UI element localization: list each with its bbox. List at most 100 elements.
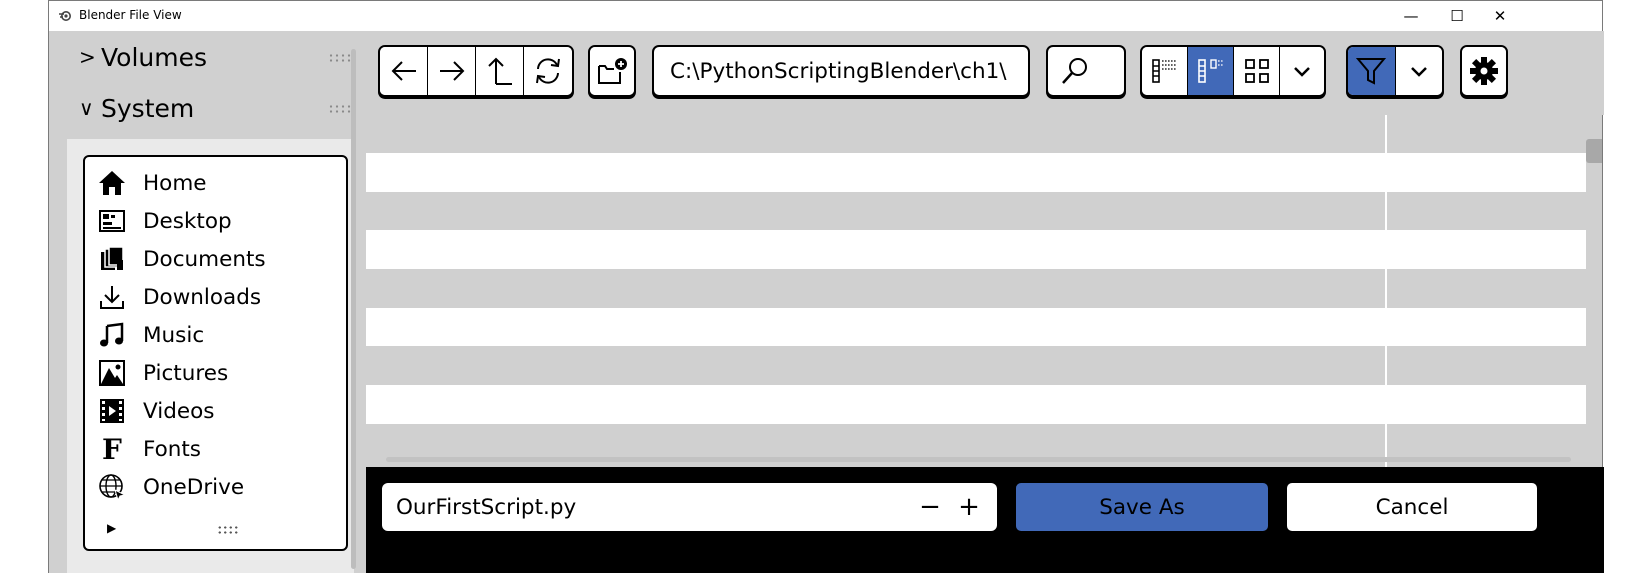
blender-logo-icon xyxy=(59,11,71,21)
cancel-button[interactable]: Cancel xyxy=(1287,483,1537,531)
downloads-icon xyxy=(97,282,127,312)
search-field[interactable] xyxy=(1046,45,1126,97)
list-row[interactable] xyxy=(366,115,1586,155)
display-settings-dropdown[interactable] xyxy=(1280,47,1324,95)
list-row[interactable] xyxy=(366,192,1586,232)
client-area: > Volumes ∨ System Home Desktop Document… xyxy=(49,31,1604,573)
parent-dir-icon xyxy=(487,57,512,85)
execute-bar: OurFirstScript.py − + Save As Cancel xyxy=(366,467,1604,573)
maximize-button[interactable]: ☐ xyxy=(1434,1,1480,31)
display-thumbnails-button[interactable] xyxy=(1234,47,1280,95)
display-vertical-list-button[interactable] xyxy=(1142,47,1188,95)
bookmark-label: Fonts xyxy=(143,436,202,462)
bookmark-label: Pictures xyxy=(143,360,229,386)
expand-arrow-icon[interactable]: ▶ xyxy=(107,521,116,535)
thumbnails-icon xyxy=(1244,59,1269,83)
sidebar-scrollbar[interactable] xyxy=(351,49,356,569)
chevron-down-icon xyxy=(1411,67,1427,77)
system-bookmark-list: Home Desktop Documents Downloads Music P… xyxy=(83,155,348,551)
new-folder-button[interactable] xyxy=(590,47,634,95)
minimize-button[interactable]: — xyxy=(1388,1,1434,31)
window-title: Blender File View xyxy=(79,8,182,22)
chevron-down-icon: ∨ xyxy=(79,96,94,120)
toolbar: C:\PythonScriptingBlender\ch1\ xyxy=(366,31,1604,115)
bookmark-label: Desktop xyxy=(143,208,232,234)
close-button[interactable]: ✕ xyxy=(1477,1,1523,31)
drag-handle-icon[interactable] xyxy=(328,104,352,114)
filter-options-dropdown[interactable] xyxy=(1395,47,1442,95)
section-system-header[interactable]: ∨ System xyxy=(79,88,194,128)
settings-button-group xyxy=(1460,45,1508,97)
onedrive-icon xyxy=(97,472,127,502)
sidebar: > Volumes ∨ System Home Desktop Document… xyxy=(49,31,366,573)
bookmark-music[interactable]: Music xyxy=(97,317,204,353)
chevron-right-icon: > xyxy=(79,45,96,69)
list-row[interactable] xyxy=(366,269,1586,309)
refresh-icon xyxy=(536,58,560,84)
search-icon xyxy=(1062,58,1087,84)
forward-button[interactable] xyxy=(428,47,476,95)
music-icon xyxy=(97,320,127,350)
horizontal-list-icon xyxy=(1197,59,1223,83)
home-icon xyxy=(97,168,127,198)
section-volumes-header[interactable]: > Volumes xyxy=(79,37,207,77)
bookmark-pictures[interactable]: Pictures xyxy=(97,355,228,391)
bookmark-downloads[interactable]: Downloads xyxy=(97,279,261,315)
section-system-label: System xyxy=(101,93,195,123)
back-arrow-icon xyxy=(391,61,416,81)
section-volumes-label: Volumes xyxy=(101,42,208,72)
desktop-icon xyxy=(97,206,127,236)
chevron-down-icon xyxy=(1294,67,1310,77)
filter-button-group xyxy=(1346,45,1444,97)
display-horizontal-list-button[interactable] xyxy=(1188,47,1234,95)
forward-arrow-icon xyxy=(439,61,464,81)
filename-input[interactable]: OurFirstScript.py − + xyxy=(382,483,997,531)
display-mode-button-group xyxy=(1140,45,1326,97)
bookmark-home[interactable]: Home xyxy=(97,165,207,201)
bookmark-label: Home xyxy=(143,170,207,196)
filter-icon xyxy=(1356,58,1387,85)
back-button[interactable] xyxy=(380,47,428,95)
parent-directory-button[interactable] xyxy=(476,47,524,95)
vertical-list-icon xyxy=(1151,59,1177,83)
bookmark-fonts[interactable]: F Fonts xyxy=(97,431,201,467)
file-list[interactable] xyxy=(366,115,1602,467)
list-row[interactable] xyxy=(366,230,1586,270)
increment-button[interactable]: + xyxy=(951,483,987,531)
navigation-button-group xyxy=(378,45,574,97)
bookmark-label: Downloads xyxy=(143,284,262,310)
documents-icon xyxy=(97,244,127,274)
refresh-button[interactable] xyxy=(524,47,572,95)
file-browser-window: Blender File View — ☐ ✕ > Volumes ∨ Syst… xyxy=(48,0,1604,573)
filter-toggle-button[interactable] xyxy=(1348,47,1396,95)
bookmark-documents[interactable]: Documents xyxy=(97,241,266,277)
list-row[interactable] xyxy=(366,308,1586,348)
bookmark-label: Documents xyxy=(143,246,266,272)
new-folder-icon xyxy=(598,58,627,84)
resize-grip-icon[interactable] xyxy=(217,525,239,535)
new-folder-button-group xyxy=(588,45,636,97)
bookmark-onedrive[interactable]: OneDrive xyxy=(97,469,244,505)
list-row[interactable] xyxy=(366,385,1586,425)
column-divider[interactable] xyxy=(1385,115,1387,467)
pictures-icon xyxy=(97,358,127,388)
bookmark-label: Videos xyxy=(143,398,215,424)
vertical-scrollbar-thumb[interactable] xyxy=(1586,139,1602,163)
videos-icon xyxy=(97,396,127,426)
save-as-button[interactable]: Save As xyxy=(1016,483,1268,531)
horizontal-scrollbar[interactable] xyxy=(386,457,1571,462)
list-row[interactable] xyxy=(366,346,1586,386)
bookmark-desktop[interactable]: Desktop xyxy=(97,203,232,239)
fonts-icon: F xyxy=(102,432,122,466)
bookmark-videos[interactable]: Videos xyxy=(97,393,214,429)
drag-handle-icon[interactable] xyxy=(328,53,352,63)
title-bar: Blender File View — ☐ ✕ xyxy=(49,1,1602,31)
settings-button[interactable] xyxy=(1462,47,1506,95)
bookmark-label: OneDrive xyxy=(143,474,245,500)
decrement-button[interactable]: − xyxy=(912,483,948,531)
list-row[interactable] xyxy=(366,153,1586,193)
directory-path-field[interactable]: C:\PythonScriptingBlender\ch1\ xyxy=(652,45,1030,97)
gear-icon xyxy=(1470,57,1498,85)
filename-text: OurFirstScript.py xyxy=(396,494,577,520)
bookmark-label: Music xyxy=(143,322,205,348)
